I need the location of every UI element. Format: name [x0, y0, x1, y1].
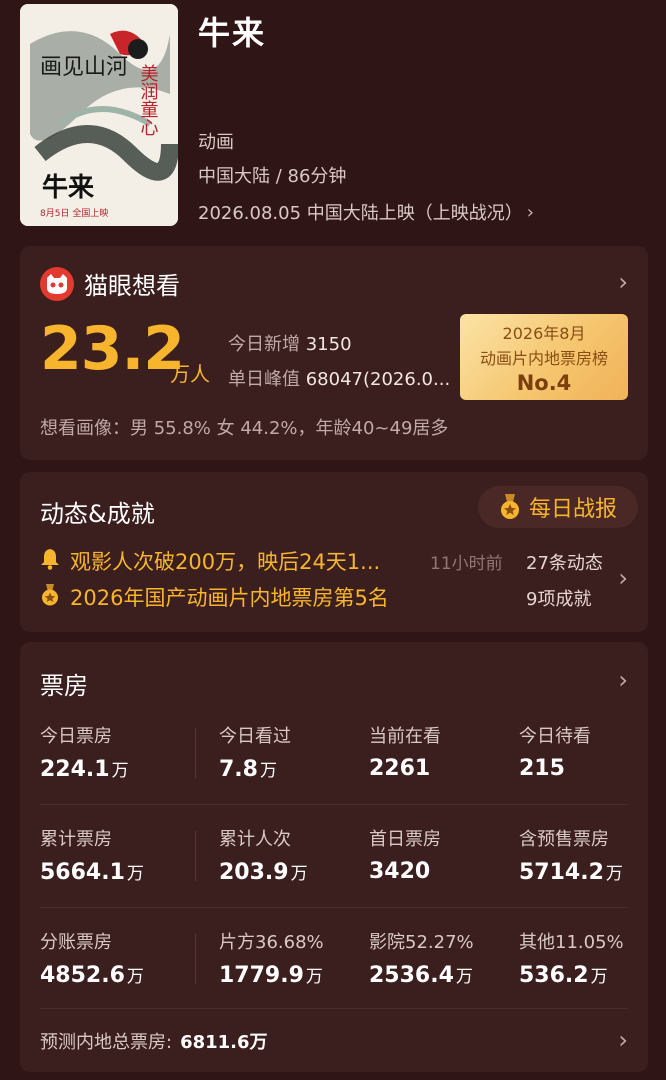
- box-office-card[interactable]: 票房 › 今日票房 224.1 万 今日看过 7.8 万 当前在看 2261 今日待…: [20, 642, 648, 1072]
- stat-cell-other-share: 其他11.05% 536.2 万: [519, 928, 624, 988]
- stat-label: 今日待看: [519, 726, 591, 747]
- stat-value: 5714.2 万: [519, 860, 623, 885]
- stat-cell-watching-now: 当前在看 2261: [369, 722, 441, 781]
- svg-text:牛来: 牛来: [42, 173, 95, 203]
- want-header: 猫眼想看: [40, 266, 180, 301]
- stat-label: 累计票房: [40, 829, 112, 850]
- stat-label: 含预售票房: [519, 829, 609, 850]
- chevron-right-icon[interactable]: ›: [618, 268, 628, 296]
- stat-label: 分账票房: [40, 932, 112, 953]
- stat-value: 2536.4 万: [369, 963, 473, 988]
- predict-value: 6811.6万: [180, 1032, 268, 1053]
- chevron-right-icon[interactable]: ›: [618, 1026, 628, 1054]
- maoyan-cat-icon: [40, 266, 74, 301]
- svg-text:美润童心: 美润童心: [138, 64, 159, 136]
- want-title: 猫眼想看: [84, 272, 180, 300]
- movie-title: 牛来: [198, 14, 267, 52]
- stat-value: 536.2 万: [519, 963, 608, 988]
- stat-value: 1779.9 万: [219, 963, 323, 988]
- stat-label: 今日票房: [40, 726, 112, 747]
- dynamic-item[interactable]: 观影人次破200万，映后24天1...: [40, 546, 416, 576]
- predicted-total-boxoffice[interactable]: 预测内地总票房: 6811.6万: [40, 1028, 268, 1054]
- stat-cell-today-watched: 今日看过 7.8 万: [219, 722, 291, 782]
- stat-value: 2261: [369, 756, 431, 781]
- stat-value: 224.1 万: [40, 757, 129, 782]
- svg-text:8月5日 全国上映: 8月5日 全国上映: [40, 207, 108, 219]
- movie-region-duration: 中国大陆 / 86分钟: [198, 166, 347, 187]
- row-divider: [40, 907, 628, 908]
- stat-cell-total-admissions: 累计人次 203.9 万: [219, 825, 308, 885]
- stat-value: 5664.1 万: [40, 860, 144, 885]
- stat-cell-with-presale: 含预售票房 5714.2 万: [519, 825, 623, 885]
- stat-value: 215: [519, 756, 565, 781]
- achievement-item[interactable]: 2026年国产动画片内地票房第5名: [40, 582, 389, 612]
- stat-label: 其他11.05%: [519, 932, 624, 953]
- stat-label: 首日票房: [369, 829, 441, 850]
- dynamics-card[interactable]: 动态&成就 每日战报 观影人次破200万，映后24天1... 11小时前 27条…: [20, 472, 648, 632]
- chevron-right-icon: ›: [526, 201, 534, 223]
- want-count-unit: 万人: [170, 362, 210, 386]
- achievements-count: 9项成就: [526, 589, 592, 610]
- poster-art: 画见山河 美润童心 牛来 8月5日 全国上映: [20, 4, 178, 226]
- stat-value: 3420: [369, 859, 431, 884]
- stat-value: 7.8 万: [219, 757, 277, 782]
- stat-label: 累计人次: [219, 829, 291, 850]
- dynamics-title: 动态&成就: [40, 500, 155, 528]
- stat-value: 203.9 万: [219, 860, 308, 885]
- release-status-link[interactable]: 2026.08.05 中国大陆上映（上映战况） ›: [198, 199, 534, 225]
- today-new-label: 今日新增: [228, 334, 300, 355]
- stat-label: 影院52.27%: [369, 932, 474, 953]
- daily-peak-want: 单日峰值 68047(2026.0...: [228, 365, 458, 391]
- divider: [195, 831, 196, 881]
- stat-cell-split-boxoffice: 分账票房 4852.6 万: [40, 928, 144, 988]
- divider: [195, 934, 196, 984]
- stat-label: 片方36.68%: [219, 932, 324, 953]
- bell-icon: [40, 548, 60, 575]
- daily-report-label: 每日战报: [528, 497, 617, 522]
- box-office-title: 票房: [40, 672, 88, 700]
- row-divider: [40, 1008, 628, 1009]
- rank-period: 2026年8月: [502, 324, 586, 343]
- movie-genre: 动画: [198, 132, 234, 153]
- chevron-right-icon[interactable]: ›: [618, 666, 628, 694]
- daily-report-button[interactable]: 每日战报: [478, 486, 638, 528]
- stat-cell-producer-share: 片方36.68% 1779.9 万: [219, 928, 324, 988]
- svg-text:画见山河: 画见山河: [40, 55, 128, 80]
- rank-number: No.4: [516, 371, 572, 395]
- dynamic-item-time: 11小时前: [430, 554, 503, 574]
- daily-peak-label: 单日峰值: [228, 369, 300, 390]
- chevron-right-icon[interactable]: ›: [618, 564, 628, 592]
- release-text: 2026.08.05 中国大陆上映（上映战况）: [198, 203, 523, 224]
- stat-value: 4852.6 万: [40, 963, 144, 988]
- movie-poster[interactable]: 画见山河 美润童心 牛来 8月5日 全国上映: [20, 4, 178, 226]
- today-new-value: 3150: [305, 334, 352, 355]
- rank-category: 动画片内地票房榜: [479, 349, 608, 368]
- ranking-badge[interactable]: 2026年8月 动画片内地票房榜 No.4: [460, 314, 628, 400]
- want-count: 23.2: [40, 314, 185, 384]
- want-to-see-card[interactable]: 猫眼想看 › 23.2 万人 今日新增 3150 单日峰值 68047(2026…: [20, 246, 648, 460]
- today-new-want: 今日新增 3150: [228, 330, 352, 356]
- medal-icon: [40, 583, 60, 611]
- stat-label: 当前在看: [369, 726, 441, 747]
- medal-icon: [499, 494, 521, 520]
- audience-portrait: 想看画像：男 55.8% 女 44.2%，年龄40~49居多: [40, 418, 449, 439]
- divider: [195, 728, 196, 778]
- stat-cell-to-watch: 今日待看 215: [519, 722, 591, 781]
- dynamic-item-text: 观影人次破200万，映后24天1...: [70, 550, 381, 574]
- stat-cell-first-day: 首日票房 3420: [369, 825, 441, 884]
- stat-cell-total-boxoffice: 累计票房 5664.1 万: [40, 825, 144, 885]
- row-divider: [40, 804, 628, 805]
- stat-label: 今日看过: [219, 726, 291, 747]
- predict-label: 预测内地总票房:: [40, 1032, 173, 1053]
- stat-cell-cinema-share: 影院52.27% 2536.4 万: [369, 928, 474, 988]
- daily-peak-value: 68047(2026.0...: [305, 369, 451, 390]
- achievement-item-text: 2026年国产动画片内地票房第5名: [70, 586, 389, 610]
- stat-cell-today-boxoffice: 今日票房 224.1 万: [40, 722, 129, 782]
- dynamics-count: 27条动态: [526, 553, 603, 574]
